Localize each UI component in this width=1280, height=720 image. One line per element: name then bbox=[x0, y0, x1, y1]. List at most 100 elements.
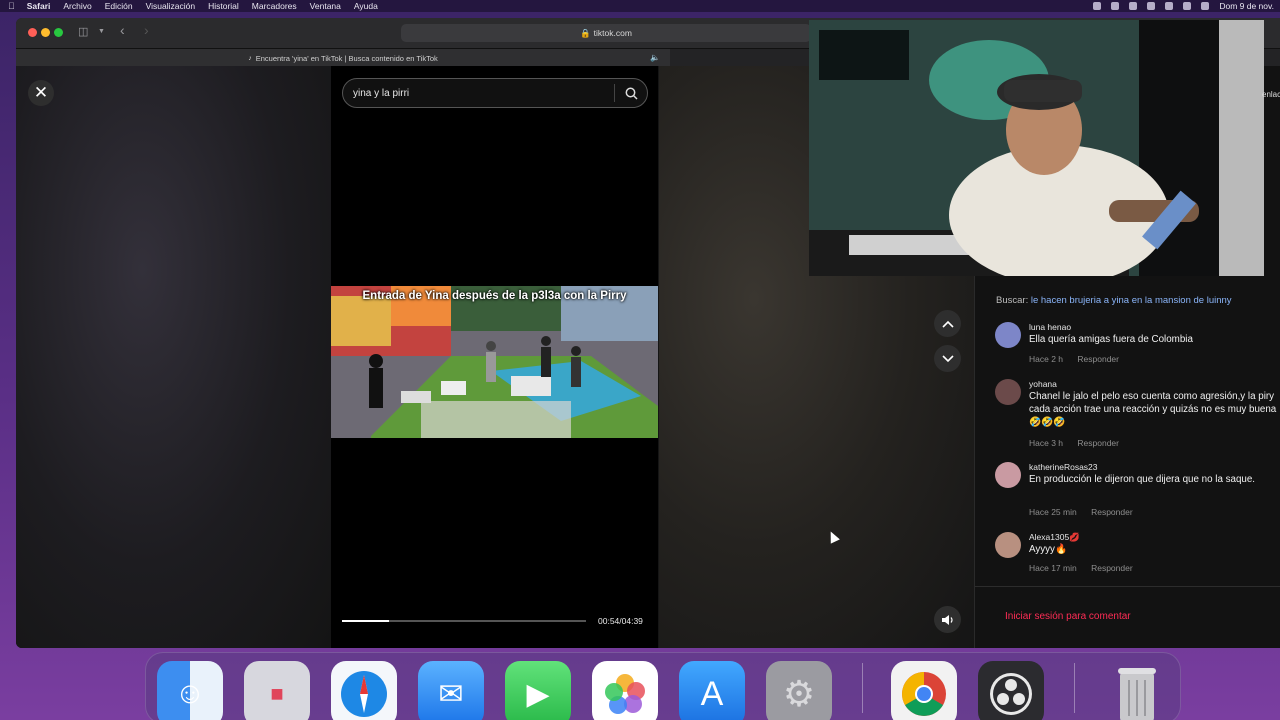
trash-icon[interactable] bbox=[1104, 661, 1170, 720]
search-icon[interactable] bbox=[1165, 2, 1174, 10]
menu-visualizacion[interactable]: Visualización bbox=[146, 1, 195, 11]
comment-item: luna henao Ella quería amigas fuera de C… bbox=[995, 322, 1275, 368]
comments-divider bbox=[975, 586, 1280, 587]
chevron-down-icon bbox=[941, 354, 954, 362]
comment-item: Alexa1305💋 Ayyyy🔥 Hace 17 min Responder bbox=[995, 532, 1275, 574]
obs-icon[interactable] bbox=[978, 661, 1044, 720]
sidebar-icon[interactable]: ◫ bbox=[78, 25, 88, 38]
safari-icon[interactable] bbox=[331, 661, 397, 720]
comment-time: Hace 25 min bbox=[1029, 507, 1077, 517]
reply-button[interactable]: Responder bbox=[1091, 563, 1133, 573]
siri-icon[interactable] bbox=[1201, 2, 1210, 10]
comment-item: yohana Chanel le jalo el pelo eso cuenta… bbox=[995, 379, 1276, 451]
search-icon[interactable] bbox=[615, 78, 647, 108]
dock: ☺ ■ ✉ ▶ A ⚙ bbox=[145, 652, 1181, 720]
progress-bar[interactable] bbox=[342, 620, 586, 622]
comment-text: Ella quería amigas fuera de Colombia bbox=[1029, 334, 1193, 345]
chevron-up-icon bbox=[941, 320, 954, 328]
reply-button[interactable]: Responder bbox=[1077, 438, 1119, 448]
status-icon[interactable] bbox=[1147, 2, 1156, 10]
tab-title: Encuentra 'yina' en TikTok | Busca conte… bbox=[255, 53, 438, 63]
menu-edicion[interactable]: Edición bbox=[105, 1, 133, 11]
status-icon[interactable] bbox=[1093, 2, 1102, 10]
menu-archivo[interactable]: Archivo bbox=[63, 1, 91, 11]
comment-time: Hace 3 h bbox=[1029, 438, 1064, 448]
video-caption: Entrada de Yina después de la p3l3a con … bbox=[362, 290, 627, 302]
related-search-query[interactable]: le hacen brujeria a yina en la mansion d… bbox=[1031, 295, 1232, 306]
menubar-clock[interactable]: Dom 9 de nov. bbox=[1219, 1, 1274, 11]
status-icon[interactable] bbox=[1111, 2, 1120, 10]
speaker-icon[interactable]: 🔈 bbox=[650, 53, 660, 62]
comment-time: Hace 17 min bbox=[1029, 563, 1077, 573]
menu-historial[interactable]: Historial bbox=[208, 1, 239, 11]
apple-icon[interactable]:  bbox=[8, 1, 15, 11]
comment-username[interactable]: Alexa1305💋 bbox=[1029, 532, 1080, 543]
forward-icon[interactable]: › bbox=[144, 22, 149, 38]
avatar[interactable] bbox=[995, 379, 1021, 405]
next-video-button[interactable] bbox=[934, 345, 961, 372]
comment-meta: Hace 25 min Responder bbox=[1029, 507, 1133, 517]
back-icon[interactable]: ‹ bbox=[120, 22, 125, 38]
reply-button[interactable]: Responder bbox=[1091, 507, 1133, 517]
video-frame[interactable]: Entrada de Yina después de la p3l3a con … bbox=[331, 286, 658, 438]
zoom-window-button[interactable] bbox=[54, 28, 63, 37]
volume-button[interactable] bbox=[934, 606, 961, 633]
close-window-button[interactable] bbox=[28, 28, 37, 37]
dock-separator bbox=[862, 663, 863, 713]
comment-text: Ayyyy🔥 bbox=[1029, 544, 1068, 555]
comment-meta: Hace 3 h Responder bbox=[1029, 438, 1119, 448]
comment-username[interactable]: luna henao bbox=[1029, 322, 1071, 332]
comment-username[interactable]: yohana bbox=[1029, 379, 1057, 389]
menu-marcadores[interactable]: Marcadores bbox=[252, 1, 297, 11]
facetime-icon[interactable]: ▶ bbox=[505, 661, 571, 720]
mail-icon[interactable]: ✉ bbox=[418, 661, 484, 720]
app-store-icon[interactable]: A bbox=[679, 661, 745, 720]
avatar[interactable] bbox=[995, 532, 1021, 558]
system-settings-icon[interactable]: ⚙ bbox=[766, 661, 832, 720]
menu-bar:  Safari Archivo Edición Visualización H… bbox=[0, 0, 1280, 12]
avatar[interactable] bbox=[995, 462, 1021, 488]
search-input-value: yina y la pirri bbox=[353, 87, 410, 99]
speaker-icon bbox=[941, 614, 953, 625]
progress-bar-fill bbox=[342, 620, 390, 622]
blurred-background-left bbox=[16, 66, 332, 648]
comment-time: Hace 2 h bbox=[1029, 354, 1064, 364]
avatar[interactable] bbox=[995, 322, 1021, 348]
control-center-icon[interactable] bbox=[1183, 2, 1192, 10]
previous-video-button[interactable] bbox=[934, 310, 961, 337]
search-input[interactable]: yina y la pirri bbox=[342, 78, 648, 108]
tiktok-icon: ♪ bbox=[248, 54, 252, 62]
menu-app-name[interactable]: Safari bbox=[27, 1, 51, 11]
comment-meta: Hace 17 min Responder bbox=[1029, 563, 1133, 573]
comment-item: katherineRosas23 En producción le dijero… bbox=[995, 462, 1275, 518]
webcam-overlay bbox=[809, 20, 1264, 276]
comment-text: Chanel le jalo el pelo eso cuenta como a… bbox=[1029, 391, 1277, 428]
address-bar[interactable]: 🔒 tiktok.com bbox=[401, 24, 811, 42]
login-to-comment-link[interactable]: Iniciar sesión para comentar bbox=[1005, 611, 1131, 622]
menu-ayuda[interactable]: Ayuda bbox=[354, 1, 378, 11]
wifi-icon[interactable] bbox=[1129, 2, 1138, 10]
video-time: 00:54/04:39 bbox=[598, 616, 643, 626]
minimize-window-button[interactable] bbox=[41, 28, 50, 37]
photos-icon[interactable] bbox=[592, 661, 658, 720]
status-area: Dom 9 de nov. bbox=[1093, 0, 1274, 12]
related-search-prefix: Buscar: bbox=[996, 295, 1029, 306]
tab-tiktok-search[interactable]: ♪ Encuentra 'yina' en TikTok | Busca con… bbox=[16, 49, 670, 67]
dock-separator bbox=[1074, 663, 1075, 713]
right-edge-link[interactable]: enlace bbox=[1262, 90, 1280, 99]
close-video-button[interactable]: ✕ bbox=[28, 80, 54, 106]
launchpad-icon[interactable]: ■ bbox=[244, 661, 310, 720]
comment-meta: Hace 2 h Responder bbox=[1029, 354, 1119, 364]
comment-username[interactable]: katherineRosas23 bbox=[1029, 462, 1098, 472]
chrome-icon[interactable] bbox=[891, 661, 957, 720]
related-search[interactable]: Buscar: le hacen brujeria a yina en la m… bbox=[996, 295, 1232, 306]
chevron-down-icon[interactable]: ▼ bbox=[98, 28, 105, 35]
webcam-feed-image bbox=[809, 20, 1264, 276]
lock-icon: 🔒 bbox=[580, 27, 591, 38]
menu-ventana[interactable]: Ventana bbox=[310, 1, 341, 11]
video-player: yina y la pirri Entrada de Yina después … bbox=[331, 66, 658, 648]
reply-button[interactable]: Responder bbox=[1077, 354, 1119, 364]
finder-icon[interactable]: ☺ bbox=[157, 661, 223, 720]
url-text: tiktok.com bbox=[593, 28, 632, 38]
video-scene-image bbox=[331, 286, 658, 438]
